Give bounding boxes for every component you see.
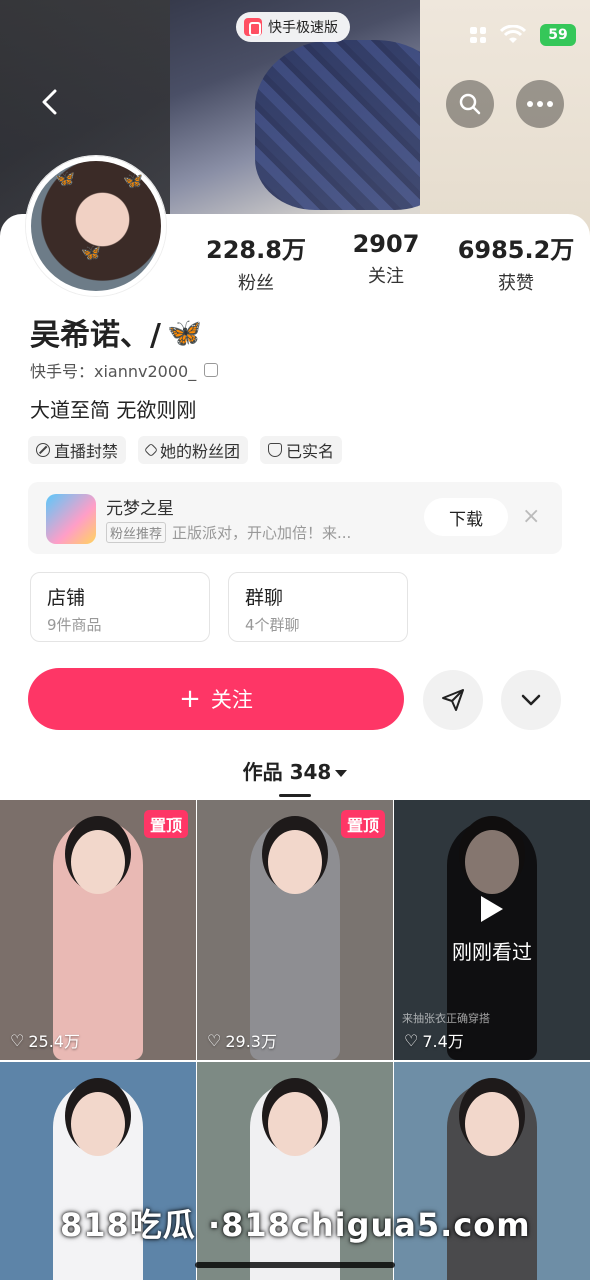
pinned-badge: 置顶 [340,810,385,838]
back-button[interactable] [26,78,74,126]
download-button[interactable]: 下载 [424,498,508,536]
heart-icon: ♡ [207,1030,222,1050]
stat-value: 228.8万 [206,236,306,264]
promo-badge: 粉丝推荐 [106,522,167,543]
butterfly-emoji-icon: 🦋 [166,315,202,349]
user-id: 快手号：xiannv2000_ [30,358,219,382]
system-status-icons: 59 [470,24,576,46]
butterfly-sticker-icon: 🦋 [55,169,75,188]
tab-works-label: 作品 348 [242,760,332,784]
tag-fan-club[interactable]: 她的粉丝团 [138,436,249,464]
thumbnail-face [268,830,322,894]
shop-title: 店铺 [47,587,86,609]
app-indicator-label: 快手极速版 [268,20,338,36]
shop-subtitle: 9件商品 [47,616,102,634]
send-icon [442,689,464,711]
stat-followers[interactable]: 228.8万 粉丝 [196,230,316,295]
heart-icon: ♡ [404,1030,419,1050]
tag-label: 她的粉丝团 [160,442,241,461]
expand-button[interactable] [501,670,561,730]
video-thumbnail[interactable] [394,1062,590,1280]
copy-icon[interactable] [204,363,219,377]
thumbnail-caption: 来抽张衣正确穿搭 [402,1012,490,1025]
more-button[interactable] [516,80,564,128]
wifi-icon [499,24,527,45]
user-id-text: 快手号：xiannv2000_ [30,362,197,381]
ban-icon [36,443,50,457]
shop-box[interactable]: 店铺 9件商品 [30,572,210,642]
like-count-value: 25.4万 [28,1032,80,1051]
video-thumbnail[interactable] [197,1062,393,1280]
video-thumbnail[interactable]: 刚刚看过来抽张衣正确穿搭 ♡ 7.4万 [394,800,590,1060]
follow-button[interactable]: + 关注 [28,668,404,730]
profile-name-text: 吴希诺、/ [30,318,161,353]
search-icon [459,93,481,115]
plus-icon: + [179,684,201,714]
game-promo-card[interactable]: 元梦之星 粉丝推荐 正版派对，开心加倍！来... 下载 × [28,482,562,554]
pinned-badge: 置顶 [143,810,188,838]
chevron-left-icon [42,89,57,115]
butterfly-sticker-icon: 🦋 [81,243,101,262]
stat-label: 获赞 [498,273,534,294]
chevron-down-icon [521,694,541,706]
app-indicator-pill[interactable]: 快手极速版 [236,12,350,42]
profile-name: 吴希诺、/ 🦋 [30,310,202,354]
more-dots-icon [527,101,553,107]
promo-subtitle: 正版派对，开心加倍！来... [172,524,352,542]
battery-icon: 59 [540,24,576,46]
tab-underline [279,794,311,797]
thumbnail-face [71,1092,125,1156]
like-count-value: 29.3万 [225,1032,277,1051]
profile-tags: 直播封禁 她的粉丝团 已实名 [28,436,343,464]
fan-club-icon [143,442,159,458]
search-button[interactable] [446,80,494,128]
stat-likes[interactable]: 6985.2万 获赞 [456,230,576,295]
like-count: ♡ 7.4万 [404,1028,464,1052]
kuaishou-logo-icon [244,18,262,36]
stat-value: 6985.2万 [457,236,575,264]
tag-verified[interactable]: 已实名 [260,436,343,464]
group-chat-box[interactable]: 群聊 4个群聊 [228,572,408,642]
like-count: ♡ 29.3万 [207,1028,277,1052]
grid-dots-icon [470,27,486,43]
video-thumbnail[interactable]: 置顶 ♡ 25.4万 [0,800,196,1060]
stat-following[interactable]: 2907 关注 [326,230,446,295]
tag-label: 已实名 [286,442,335,461]
thumbnail-face [268,1092,322,1156]
tag-live-banned[interactable]: 直播封禁 [28,436,127,464]
promo-title: 元梦之星 [106,499,174,519]
video-thumbnail[interactable] [0,1062,196,1280]
follow-label: 关注 [210,688,253,712]
stat-label: 粉丝 [238,273,274,294]
tag-label: 直播封禁 [54,442,119,461]
stat-value: 2907 [352,230,420,258]
thumbnail-face [71,830,125,894]
stat-label: 关注 [368,266,404,287]
like-count: ♡ 25.4万 [10,1028,80,1052]
video-thumbnail[interactable]: 置顶 ♡ 29.3万 [197,800,393,1060]
profile-stats: 228.8万 粉丝 2907 关注 6985.2万 获赞 [196,230,576,295]
thumbnail-face [465,1092,519,1156]
heart-icon: ♡ [10,1030,25,1050]
tab-works[interactable]: 作品 348 [0,756,590,785]
close-icon[interactable]: × [522,504,540,529]
home-indicator [195,1262,395,1268]
profile-bio: 大道至简 无欲则刚 [30,398,197,422]
promo-subtitle-row: 粉丝推荐 正版派对，开心加倍！来... [106,522,351,543]
game-app-icon [46,494,96,544]
avatar[interactable]: 🦋 🦋 🦋 [26,156,166,296]
share-button[interactable] [423,670,483,730]
play-icon [481,895,503,922]
butterfly-sticker-icon: 🦋 [123,171,143,190]
watermark: 818吃瓜 ·818chigua5.com [60,1206,531,1244]
like-count-value: 7.4万 [422,1032,464,1051]
group-chat-title: 群聊 [245,587,284,609]
group-chat-subtitle: 4个群聊 [245,616,300,634]
dropdown-arrow-icon [335,770,348,777]
verified-shield-icon [268,443,283,457]
just-watched-label: 刚刚看过 [452,939,532,964]
